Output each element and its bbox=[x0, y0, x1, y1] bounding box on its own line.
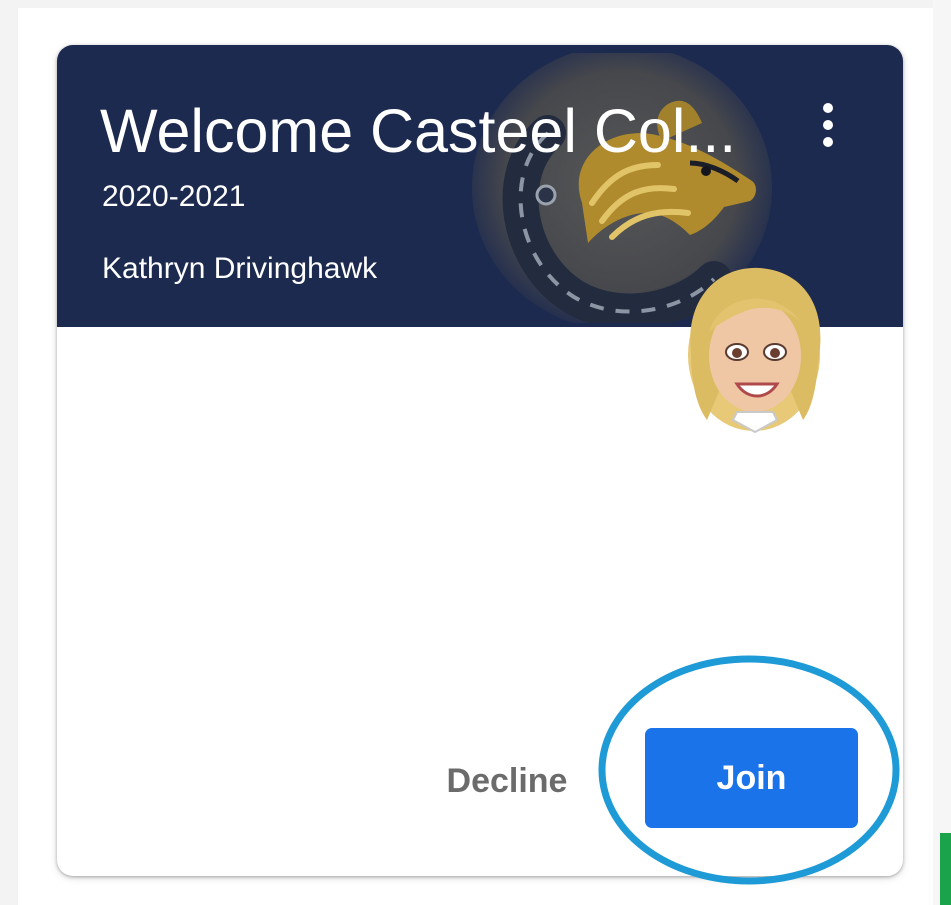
adjacent-panel-edge bbox=[933, 0, 951, 905]
join-button[interactable]: Join bbox=[645, 728, 858, 828]
teacher-name: Kathryn Drivinghawk bbox=[102, 252, 378, 285]
green-edge-marker bbox=[940, 833, 951, 905]
screenshot-page: Welcome Casteel Col... 2020-2021 Kathryn… bbox=[0, 0, 951, 905]
decline-button[interactable]: Decline bbox=[407, 745, 607, 817]
class-section: 2020-2021 bbox=[102, 180, 246, 213]
class-title[interactable]: Welcome Casteel Col... bbox=[100, 95, 760, 167]
more-options-button[interactable] bbox=[803, 97, 853, 157]
more-vert-icon bbox=[823, 103, 833, 147]
class-invitation-card: Welcome Casteel Col... 2020-2021 Kathryn… bbox=[57, 45, 903, 876]
teacher-avatar bbox=[688, 267, 821, 434]
